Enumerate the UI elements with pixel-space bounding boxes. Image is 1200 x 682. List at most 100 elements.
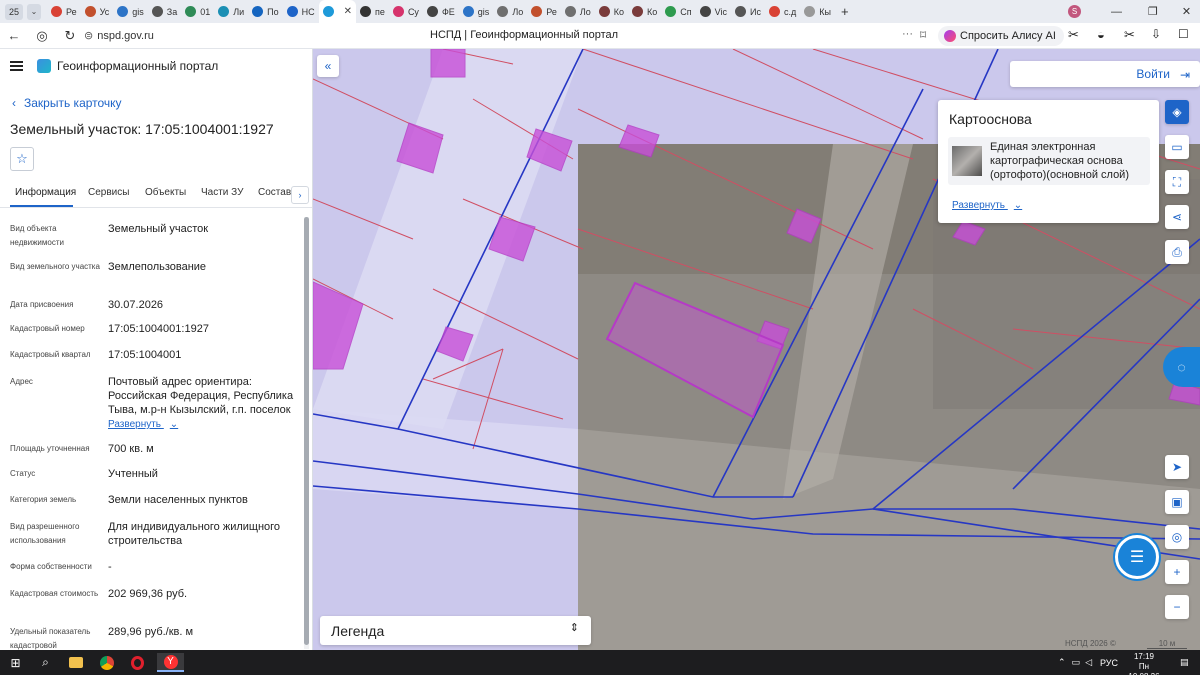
opera-icon[interactable]	[128, 653, 147, 672]
tab-favicon-icon	[665, 6, 677, 17]
close-window-icon[interactable]: ✕	[1182, 5, 1191, 18]
vpn-icon[interactable]: ◒	[1097, 27, 1105, 42]
browser-tab[interactable]: НС	[283, 0, 319, 23]
basemap-expand-link[interactable]: Развернуть ⌄	[952, 200, 1022, 211]
chrome-icon[interactable]	[97, 653, 116, 672]
browser-tab[interactable]: gis	[459, 0, 494, 23]
browser-tab[interactable]: Ре	[47, 0, 81, 23]
tab-favicon-icon	[392, 6, 404, 17]
browser-tab[interactable]: Ус	[81, 0, 114, 23]
new-tab-button[interactable]: +	[841, 4, 849, 19]
tab-information[interactable]: Информация	[15, 187, 76, 198]
login-button[interactable]: Войти ⇥	[1010, 61, 1200, 87]
basemap-layers-icon[interactable]: ◈	[1165, 100, 1189, 124]
site-info-icon[interactable]: ⊜	[84, 29, 93, 42]
property-value: 289,96 руб./кв. м	[108, 626, 194, 638]
print-icon[interactable]: ⎙	[1165, 240, 1189, 264]
volume-icon[interactable]: ◁	[1085, 657, 1092, 668]
panel-scrollbar-thumb[interactable]	[304, 217, 309, 645]
browser-tab[interactable]: Кы	[800, 0, 835, 23]
more-options-icon[interactable]: ···	[902, 28, 913, 40]
map-scale: 10 м	[1147, 639, 1187, 649]
favorite-button[interactable]: ☆	[10, 147, 34, 171]
browser-tab[interactable]: ✕	[318, 0, 357, 23]
reload-icon[interactable]: ↻	[56, 28, 84, 44]
browser-tab[interactable]: пе	[356, 0, 389, 23]
address-expand-link[interactable]: Развернуть ⌄	[108, 419, 178, 430]
browser-tab[interactable]: За	[148, 0, 181, 23]
menu-icon[interactable]	[10, 61, 23, 71]
ruler-icon[interactable]: ▭	[1165, 135, 1189, 159]
extension-tool-icon[interactable]: ✂	[1124, 27, 1135, 43]
browser-tab[interactable]: Ко	[595, 0, 628, 23]
tabs-scroll-right-icon[interactable]: ›	[291, 186, 309, 204]
zoom-out-icon[interactable]: −	[1165, 595, 1189, 619]
browser-tab[interactable]: 01	[181, 0, 214, 23]
property-value: Учтенный	[108, 468, 158, 480]
browser-tab[interactable]: Сп	[661, 0, 695, 23]
collapse-panel-icon[interactable]: «	[317, 55, 339, 77]
basemap-layer-option[interactable]: Единая электронная картографическая осно…	[948, 137, 1150, 185]
property-value: Земельный участок	[108, 223, 209, 235]
browser-tab[interactable]: gis	[113, 0, 148, 23]
area-select-icon[interactable]: ⛶	[1165, 170, 1189, 194]
clock[interactable]: 17:19 Пн 10.08.26	[1124, 652, 1164, 682]
collections-icon[interactable]: ☐	[1178, 27, 1189, 41]
url-text[interactable]: nspd.gov.ru	[97, 30, 154, 42]
browser-tab[interactable]: Ло	[493, 0, 527, 23]
browser-tab[interactable]: Ло	[561, 0, 595, 23]
minimize-icon[interactable]: —	[1111, 6, 1122, 18]
tab-label: gis	[477, 6, 490, 17]
assistant-side-tab[interactable]: ◌	[1163, 347, 1200, 387]
downloads-icon[interactable]: ⇩	[1151, 27, 1161, 41]
notifications-icon[interactable]: ▤	[1180, 650, 1189, 675]
browser-tab[interactable]: ФЕ	[423, 0, 459, 23]
browser-tab[interactable]: Ли	[214, 0, 248, 23]
profile-avatar[interactable]: S	[1068, 5, 1081, 18]
windows-start-icon[interactable]: ⊞	[6, 653, 25, 672]
share-icon[interactable]: ⋖	[1165, 205, 1189, 229]
geolocation-icon[interactable]: ◎	[1165, 525, 1189, 549]
network-icon[interactable]: ▭	[1072, 657, 1081, 668]
browser-tab[interactable]: Ис	[731, 0, 765, 23]
tray-overflow-icon[interactable]: ⌃	[1058, 657, 1066, 668]
browser-tab[interactable]: с.д	[765, 0, 800, 23]
ask-alice-button[interactable]: Спросить Алису AI	[938, 26, 1064, 46]
zoom-in-icon[interactable]: +	[1165, 560, 1189, 584]
legend-dropdown[interactable]: Легенда ⇕	[320, 616, 591, 645]
browser-tab[interactable]: Ко	[628, 0, 661, 23]
property-value: -	[108, 561, 112, 573]
bookmark-icon[interactable]: ⌑	[920, 28, 926, 42]
chat-icon: ☰	[1129, 549, 1145, 566]
yandex-home-icon[interactable]: ◎	[28, 28, 56, 44]
chevron-left-icon: ‹	[12, 96, 16, 110]
maximize-icon[interactable]: ❐	[1148, 5, 1158, 18]
back-icon[interactable]: ←	[0, 28, 28, 43]
map-canvas[interactable]: « Войти ⇥ Картооснова Единая электронная…	[313, 49, 1200, 650]
browser-tab[interactable]: По	[248, 0, 282, 23]
tab-objects[interactable]: Объекты	[145, 187, 186, 198]
search-icon[interactable]: ⌕	[36, 653, 55, 672]
minimap-icon[interactable]: ▣	[1165, 490, 1189, 514]
tab-services[interactable]: Сервисы	[88, 187, 129, 198]
chat-button[interactable]: ☰	[1115, 535, 1159, 579]
tab-list: Ре Ус gis За 01 Ли По НС ✕ пе Су ФЕ gis Ло Ре Ло Ко Ко Сп V…	[47, 0, 835, 23]
tab-label: Ис	[750, 6, 761, 17]
close-tab-icon[interactable]: ✕	[344, 6, 352, 17]
keyboard-language[interactable]: РУС	[1100, 658, 1118, 668]
browser-tab[interactable]: Ре	[527, 0, 561, 23]
locate-me-icon[interactable]: ➤	[1165, 455, 1189, 479]
property-value: 202 969,36 руб.	[108, 588, 188, 600]
window-controls: S — ❐ ✕	[1068, 0, 1191, 23]
tab-parcel-parts[interactable]: Части ЗУ	[201, 187, 243, 198]
browser-tab[interactable]: Vic	[696, 0, 731, 23]
browser-tab[interactable]: Су	[389, 0, 423, 23]
yandex-browser-icon[interactable]: Y	[157, 653, 184, 672]
file-explorer-icon[interactable]	[66, 653, 85, 672]
close-card-link[interactable]: ‹ Закрыть карточку	[12, 96, 122, 110]
tab-label: Ко	[613, 6, 625, 17]
tab-count-badge[interactable]: 25	[5, 3, 23, 20]
tab-list-dropdown-icon[interactable]: ⌄	[27, 3, 41, 20]
tab-composition[interactable]: Состав	[258, 187, 291, 198]
extension-icon[interactable]: ✂	[1068, 27, 1079, 43]
